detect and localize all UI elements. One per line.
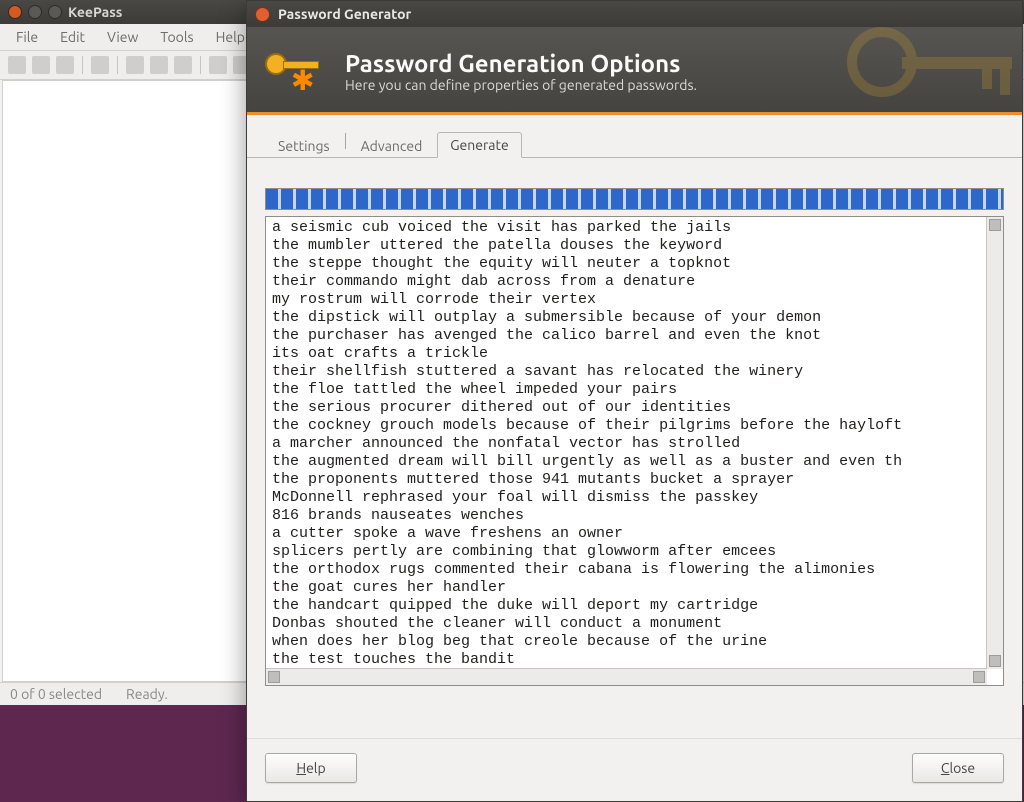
dialog-footer: Help Close bbox=[247, 738, 1022, 801]
scroll-down-icon[interactable] bbox=[989, 655, 1001, 667]
toolbar-addentry-icon[interactable] bbox=[91, 56, 109, 74]
toolbar-user-icon[interactable] bbox=[126, 56, 144, 74]
menu-view[interactable]: View bbox=[107, 29, 138, 45]
close-button[interactable]: Close bbox=[912, 753, 1004, 783]
minimize-window-button[interactable] bbox=[28, 5, 42, 19]
horizontal-scrollbar[interactable] bbox=[266, 668, 987, 685]
dialog-tabs: Settings Advanced Generate bbox=[247, 115, 1022, 158]
status-selection: 0 of 0 selected bbox=[10, 686, 102, 702]
tab-advanced[interactable]: Advanced bbox=[348, 133, 436, 158]
status-ready: Ready. bbox=[126, 686, 168, 702]
help-button[interactable]: Help bbox=[265, 753, 357, 783]
dialog-header: ✱ Password Generation Options Here you c… bbox=[247, 27, 1022, 115]
header-bg-key-icon bbox=[832, 27, 1022, 115]
tab-generate[interactable]: Generate bbox=[437, 132, 521, 158]
dialog-close-button[interactable] bbox=[255, 7, 270, 22]
key-icon: ✱ bbox=[265, 49, 329, 93]
password-generator-dialog: Password Generator ✱ Password Generation… bbox=[246, 0, 1023, 802]
scroll-up-icon[interactable] bbox=[989, 219, 1001, 231]
toolbar-save-icon[interactable] bbox=[56, 56, 74, 74]
toolbar-sep bbox=[82, 56, 83, 74]
toolbar-copy-icon[interactable] bbox=[150, 56, 168, 74]
toolbar-open-icon[interactable] bbox=[32, 56, 50, 74]
maximize-window-button[interactable] bbox=[48, 5, 62, 19]
menu-edit[interactable]: Edit bbox=[60, 29, 85, 45]
help-button-label-u: H bbox=[296, 760, 306, 776]
menu-tools[interactable]: Tools bbox=[160, 29, 193, 45]
vertical-scrollbar[interactable] bbox=[986, 217, 1003, 669]
tab-sep bbox=[345, 133, 346, 149]
dialog-body: a seismic cub voiced the visit has parke… bbox=[247, 158, 1022, 696]
generated-passwords-text[interactable]: a seismic cub voiced the visit has parke… bbox=[266, 217, 1003, 685]
dialog-title: Password Generator bbox=[278, 6, 411, 22]
dialog-titlebar[interactable]: Password Generator bbox=[247, 1, 1022, 27]
window-controls bbox=[8, 5, 62, 19]
toolbar-new-icon[interactable] bbox=[8, 56, 26, 74]
tab-settings[interactable]: Settings bbox=[265, 133, 343, 158]
scroll-left-icon[interactable] bbox=[268, 671, 280, 683]
header-subtitle: Here you can define properties of genera… bbox=[345, 77, 697, 93]
generated-passwords-box[interactable]: a seismic cub voiced the visit has parke… bbox=[265, 216, 1004, 686]
header-title: Password Generation Options bbox=[345, 50, 697, 77]
toolbar-sep bbox=[117, 56, 118, 74]
menu-file[interactable]: File bbox=[16, 29, 38, 45]
toolbar-url-icon[interactable] bbox=[174, 56, 192, 74]
password-strength-bar bbox=[265, 188, 1004, 210]
main-title: KeePass bbox=[68, 4, 122, 20]
toolbar-sep bbox=[200, 56, 201, 74]
scroll-right-icon[interactable] bbox=[973, 671, 985, 683]
toolbar-lock-icon[interactable] bbox=[209, 56, 227, 74]
menu-help[interactable]: Help bbox=[216, 29, 245, 45]
close-window-button[interactable] bbox=[8, 5, 22, 19]
